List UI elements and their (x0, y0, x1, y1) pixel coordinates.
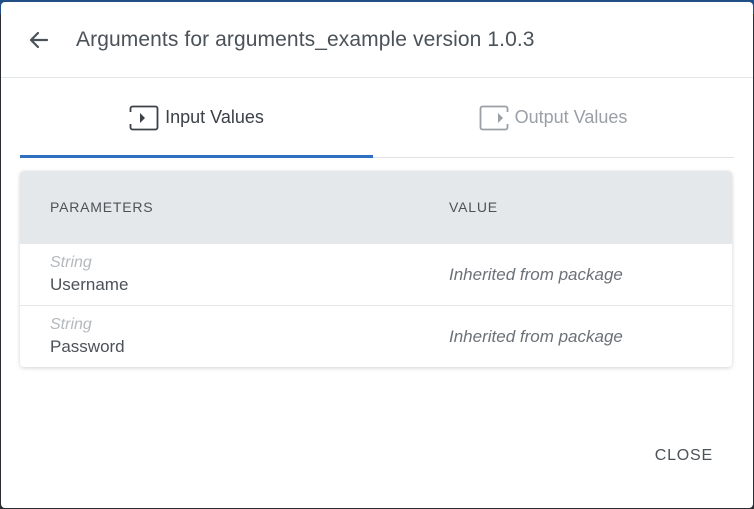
parameter-name: Password (50, 336, 125, 356)
column-header-value: VALUE (449, 199, 498, 215)
tab-bar: Input Values Output Values (20, 78, 734, 158)
parameter-cell: String Username (20, 253, 449, 297)
parameter-cell: String Password (20, 315, 449, 359)
tab-input-values-label: Input Values (165, 107, 264, 127)
tab-output-values-label: Output Values (514, 107, 628, 127)
tab-input-values[interactable]: Input Values (20, 78, 373, 158)
arrow-left-icon (29, 31, 49, 48)
input-arrow-icon (129, 105, 159, 131)
output-arrow-icon (479, 105, 509, 131)
close-button[interactable]: CLOSE (655, 447, 713, 465)
arguments-dialog: Arguments for arguments_example version … (1, 2, 753, 508)
dialog-title: Arguments for arguments_example version … (76, 27, 535, 51)
parameter-value: Inherited from package (449, 264, 623, 284)
tab-output-values[interactable]: Output Values (373, 78, 733, 157)
table-header: PARAMETERS VALUE (20, 171, 732, 243)
column-header-parameters: PARAMETERS (50, 199, 154, 215)
parameter-value: Inherited from package (449, 326, 623, 346)
parameter-type: String (50, 253, 92, 271)
dialog-header: Arguments for arguments_example version … (1, 2, 753, 78)
table-row: String Password Inherited from package (20, 305, 732, 367)
parameter-name: Username (50, 274, 129, 294)
arguments-table: PARAMETERS VALUE String Username Inherit… (20, 171, 732, 367)
parameter-type: String (50, 315, 92, 333)
table-row: String Username Inherited from package (20, 243, 732, 305)
back-button[interactable] (25, 26, 53, 54)
